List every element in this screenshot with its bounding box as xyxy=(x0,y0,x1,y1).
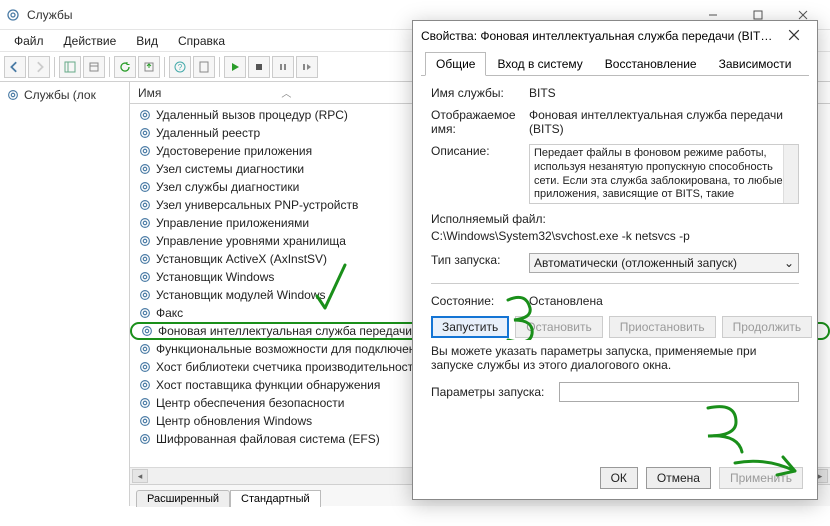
label-service-name: Имя службы: xyxy=(431,86,521,100)
service-name-label: Центр обеспечения безопасности xyxy=(156,396,345,410)
tab-dependencies[interactable]: Зависимости xyxy=(708,52,803,76)
service-name-label: Установщик модулей Windows xyxy=(156,288,325,302)
service-gear-icon xyxy=(138,108,152,122)
tab-recovery[interactable]: Восстановление xyxy=(594,52,708,76)
service-name-label: Хост поставщика функции обнаружения xyxy=(156,378,380,392)
label-display-name: Отображаемое имя: xyxy=(431,108,521,136)
services-icon xyxy=(5,7,21,23)
startup-params-input[interactable] xyxy=(559,382,799,402)
service-gear-icon xyxy=(138,378,152,392)
service-gear-icon xyxy=(138,198,152,212)
service-name-label: Хост библиотеки счетчика производительно… xyxy=(156,360,420,374)
value-service-name: BITS xyxy=(529,86,799,100)
menu-view[interactable]: Вид xyxy=(126,32,168,50)
service-name-label: Удаленный вызов процедур (RPC) xyxy=(156,108,348,122)
service-name-label: Центр обновления Windows xyxy=(156,414,312,428)
service-name-label: Установщик ActiveX (AxInstSV) xyxy=(156,252,327,266)
dialog-title: Свойства: Фоновая интеллектуальная служб… xyxy=(421,29,779,43)
service-gear-icon xyxy=(138,432,152,446)
service-gear-icon xyxy=(140,324,154,338)
value-status: Остановлена xyxy=(529,294,799,308)
service-name-label: Установщик Windows xyxy=(156,270,274,284)
service-gear-icon xyxy=(138,180,152,194)
chevron-down-icon: ⌄ xyxy=(784,256,794,270)
service-name-label: Управление уровнями хранилища xyxy=(156,234,346,248)
service-name-label: Узел универсальных PNP-устройств xyxy=(156,198,358,212)
service-name-label: Удаленный реестр xyxy=(156,126,260,140)
refresh-button[interactable] xyxy=(114,56,136,78)
back-button[interactable] xyxy=(4,56,26,78)
tab-general[interactable]: Общие xyxy=(425,52,486,76)
dialog-close-button[interactable] xyxy=(779,29,809,44)
tree-root-services[interactable]: Службы (лок xyxy=(4,86,125,104)
resume-button: Продолжить xyxy=(722,316,813,338)
stop-service-button[interactable] xyxy=(248,56,270,78)
start-service-button[interactable] xyxy=(224,56,246,78)
service-name-label: Управление приложениями xyxy=(156,216,309,230)
service-gear-icon xyxy=(138,360,152,374)
pause-button: Приостановить xyxy=(609,316,716,338)
menu-file[interactable]: Файл xyxy=(4,32,54,50)
label-startup-type: Тип запуска: xyxy=(431,253,521,267)
params-note: Вы можете указать параметры запуска, при… xyxy=(431,344,799,372)
ok-button[interactable]: ОК xyxy=(600,467,638,489)
label-status: Состояние: xyxy=(431,294,521,308)
service-gear-icon xyxy=(138,306,152,320)
tab-logon[interactable]: Вход в систему xyxy=(486,52,593,76)
tab-standard[interactable]: Стандартный xyxy=(230,490,321,507)
restart-service-button[interactable] xyxy=(296,56,318,78)
service-gear-icon xyxy=(138,126,152,140)
svg-text:?: ? xyxy=(178,63,183,72)
description-scrollbar[interactable] xyxy=(783,145,798,203)
forward-button[interactable] xyxy=(28,56,50,78)
service-name-label: Узел службы диагностики xyxy=(156,180,299,194)
service-gear-icon xyxy=(138,270,152,284)
value-exe-path: C:\Windows\System32\svchost.exe -k netsv… xyxy=(431,229,799,243)
service-name-label: Шифрованная файловая система (EFS) xyxy=(156,432,380,446)
value-display-name: Фоновая интеллектуальная служба передачи… xyxy=(529,108,799,136)
menu-help[interactable]: Справка xyxy=(168,32,235,50)
export-button[interactable] xyxy=(138,56,160,78)
label-startup-params: Параметры запуска: xyxy=(431,385,551,399)
tree-panel: Службы (лок xyxy=(0,82,130,506)
pause-service-button[interactable] xyxy=(272,56,294,78)
service-gear-icon xyxy=(138,288,152,302)
tab-extended[interactable]: Расширенный xyxy=(136,490,230,507)
service-gear-icon xyxy=(138,216,152,230)
service-gear-icon xyxy=(138,342,152,356)
service-gear-icon xyxy=(138,144,152,158)
service-gear-icon xyxy=(138,252,152,266)
service-gear-icon xyxy=(138,234,152,248)
value-description: Передает файлы в фоновом режиме работы, … xyxy=(529,144,799,204)
show-hide-button[interactable] xyxy=(59,56,81,78)
stop-button: Остановить xyxy=(515,316,603,338)
menu-action[interactable]: Действие xyxy=(54,32,127,50)
label-exe-path: Исполняемый файл: xyxy=(431,212,799,226)
service-name-label: Фоновая интеллектуальная служба передачи… xyxy=(158,324,450,338)
sort-indicator-icon: ︿ xyxy=(281,85,291,100)
dialog-tabs: Общие Вход в систему Восстановление Зави… xyxy=(421,51,809,76)
help-button[interactable]: ? xyxy=(169,56,191,78)
tree-root-label: Службы (лок xyxy=(24,88,96,102)
cancel-button[interactable]: Отмена xyxy=(646,467,711,489)
label-description: Описание: xyxy=(431,144,521,158)
service-name-label: Удостоверение приложения xyxy=(156,144,312,158)
scroll-left-button[interactable]: ◂ xyxy=(132,469,148,483)
properties-dialog: Свойства: Фоновая интеллектуальная служб… xyxy=(412,20,818,500)
start-button[interactable]: Запустить xyxy=(431,316,509,338)
startup-type-select[interactable]: Автоматически (отложенный запуск) ⌄ xyxy=(529,253,799,273)
service-name-label: Узел системы диагностики xyxy=(156,162,304,176)
service-name-label: Функциональные возможности для подключен… xyxy=(156,342,443,356)
toolbar-properties-icon[interactable] xyxy=(193,56,215,78)
apply-button: Применить xyxy=(719,467,803,489)
properties-button[interactable] xyxy=(83,56,105,78)
service-name-label: Факс xyxy=(156,306,183,320)
service-gear-icon xyxy=(138,414,152,428)
service-gear-icon xyxy=(138,162,152,176)
service-gear-icon xyxy=(138,396,152,410)
